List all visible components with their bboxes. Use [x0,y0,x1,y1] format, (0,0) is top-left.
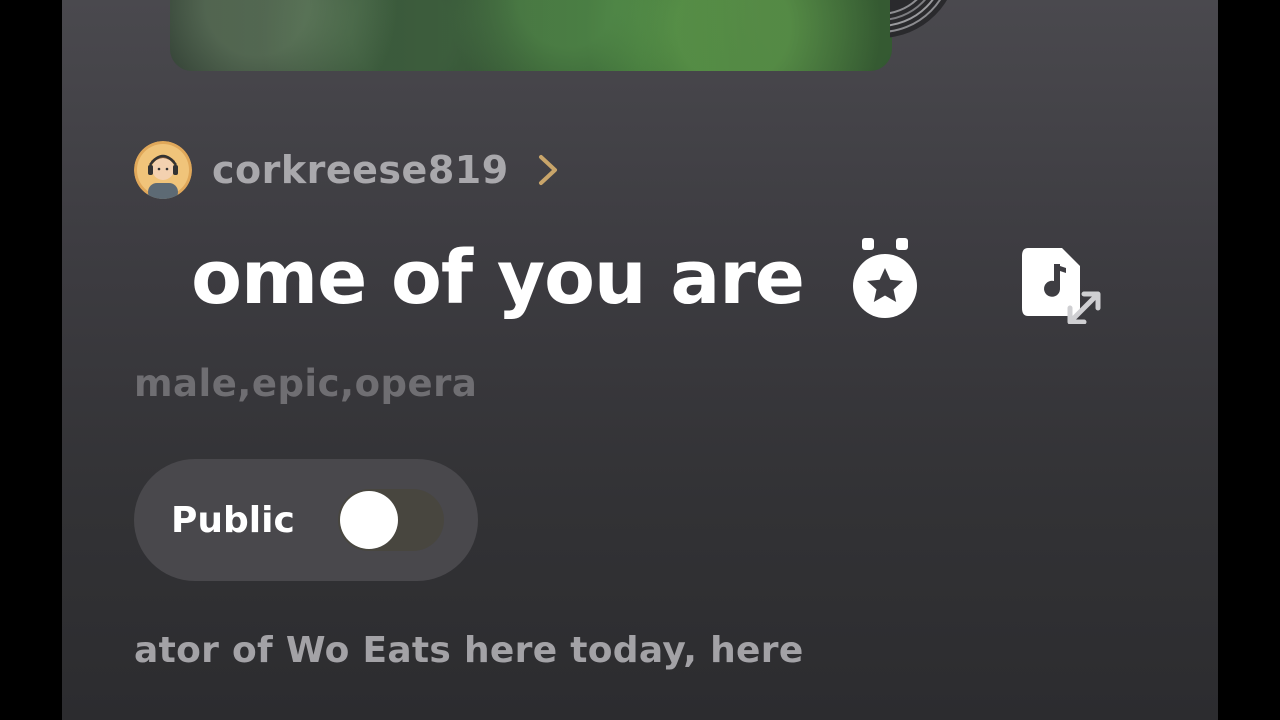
award-medal-icon[interactable] [850,236,920,324]
cover-art[interactable] [170,0,892,71]
file-music-expand-icon[interactable] [1020,244,1104,324]
chevron-right-icon[interactable] [535,153,561,187]
song-tags: male,epic,opera [134,362,478,405]
toggle-knob[interactable] [340,491,398,549]
public-toggle-row[interactable]: Public [134,459,478,581]
song-title: ome of you are [191,235,804,321]
vinyl-record-graphic [890,0,947,38]
song-title-marquee: ome of you are [134,228,804,338]
public-label: Public [171,499,295,541]
public-toggle-switch[interactable] [338,489,444,551]
song-description: ator of Wo Eats here today, here [134,630,804,671]
user-avatar[interactable] [134,141,192,199]
song-detail-panel: corkreese819 ome of you are male,epic,op… [62,0,1218,720]
creator-username[interactable]: corkreese819 [212,148,509,192]
creator-row[interactable]: corkreese819 [134,140,561,200]
